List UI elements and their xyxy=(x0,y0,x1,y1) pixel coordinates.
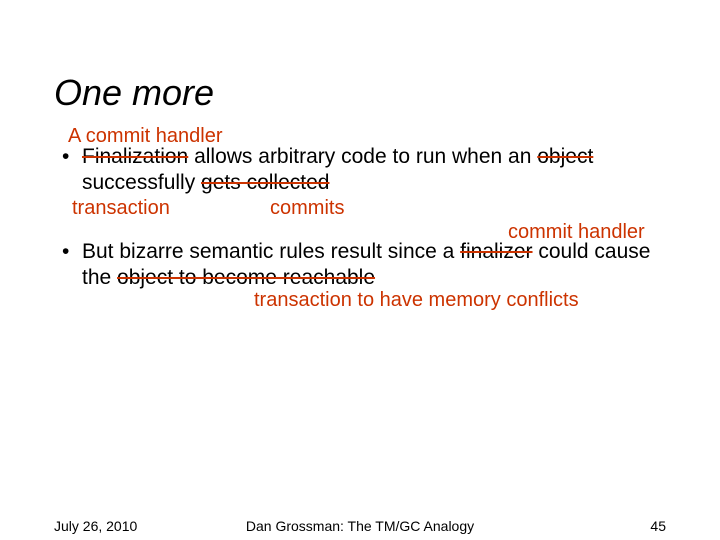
b2-text-lead: But bizarre semantic rules result since … xyxy=(82,240,460,263)
footer-center: Dan Grossman: The TM/GC Analogy xyxy=(54,518,666,534)
b2-strike-finalizer: finalizer xyxy=(460,240,532,263)
bullet-1: • Finalization allows arbitrary code to … xyxy=(54,144,674,197)
bullet-dot-icon: • xyxy=(62,239,69,265)
slide-title: One more xyxy=(54,72,214,114)
body-area: A commit handler • Finalization allows a… xyxy=(54,130,674,309)
bullet-2: • But bizarre semantic rules result sinc… xyxy=(54,239,674,292)
footer-page: 45 xyxy=(650,518,666,534)
b1-strike-object: object xyxy=(537,145,593,168)
annot-transaction-conflicts: transaction to have memory conflicts xyxy=(254,288,579,313)
b1-text-1: allows arbitrary code to run when an xyxy=(188,145,537,168)
b1-strike-gets-collected: gets collected xyxy=(201,171,329,194)
b1-text-2: successfully xyxy=(82,171,201,194)
b1-strike-finalization: Finalization xyxy=(82,145,188,168)
bullet-dot-icon: • xyxy=(62,144,69,170)
annot-commits: commits xyxy=(270,196,344,221)
slide: One more A commit handler • Finalization… xyxy=(0,0,720,540)
annot-transaction: transaction xyxy=(72,196,170,221)
b2-strike-reachable: object to become reachable xyxy=(117,266,375,289)
